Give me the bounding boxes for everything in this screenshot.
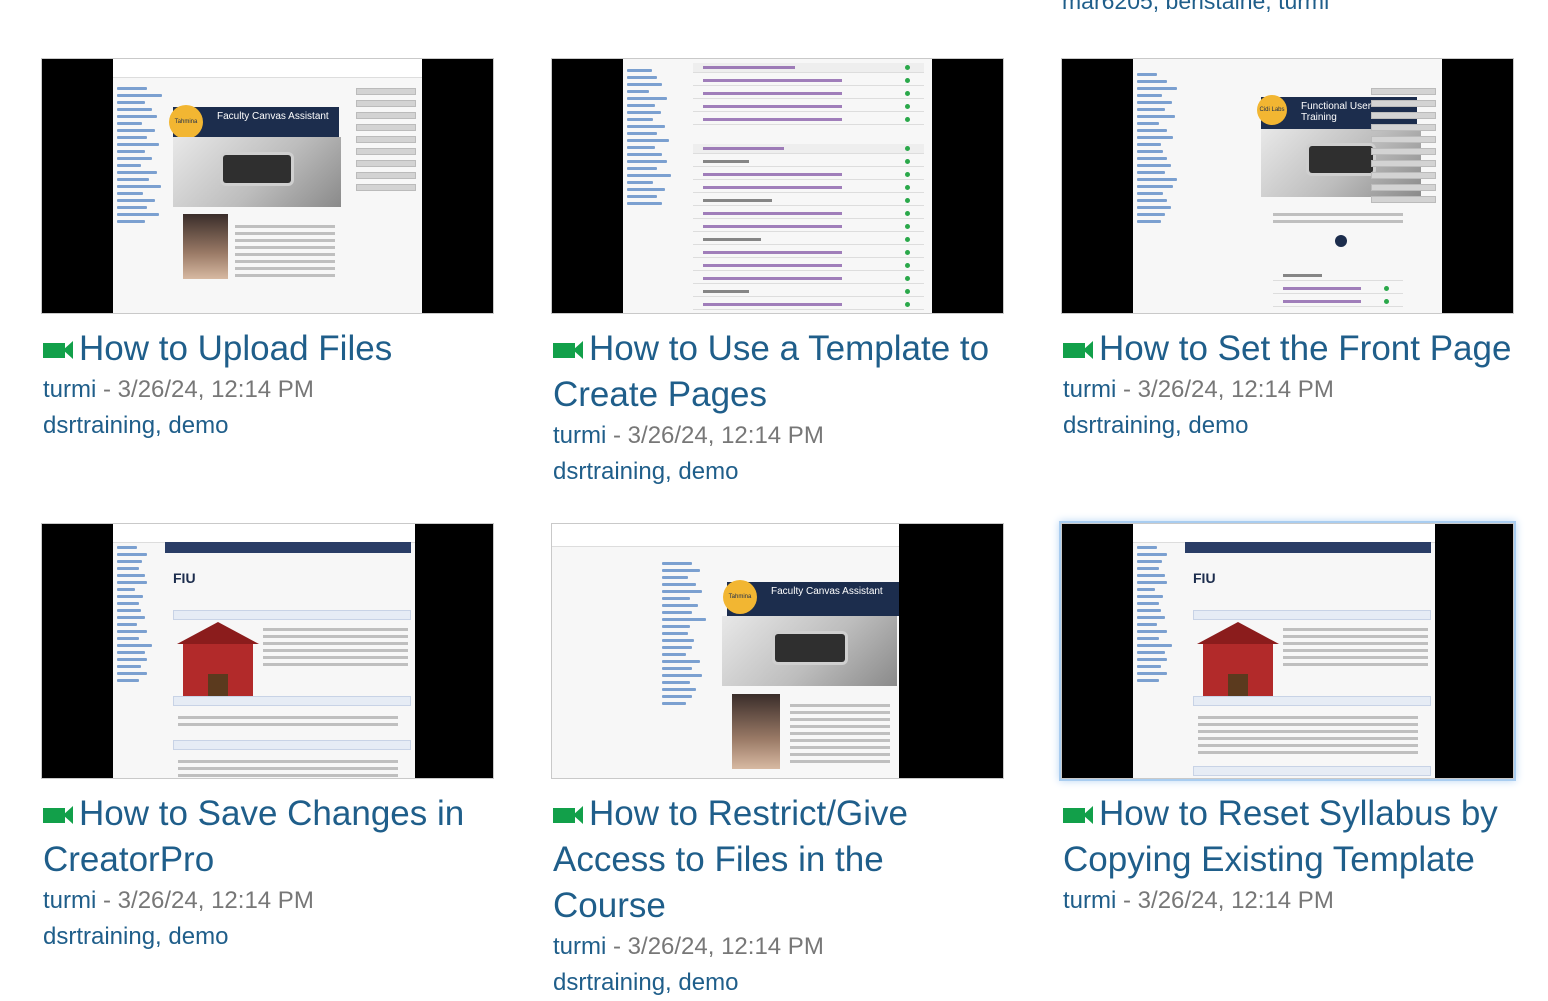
video-camera-icon <box>553 341 583 359</box>
video-meta: turmi - 3/26/24, 12:14 PM <box>43 883 496 919</box>
video-camera-icon <box>1063 341 1093 359</box>
upload-date: 3/26/24, 12:14 PM <box>627 422 824 449</box>
thumbnail-creatorpro-screenshot: FIU <box>1133 524 1435 778</box>
video-title[interactable]: How to Set the Front Page <box>1063 326 1516 372</box>
video-title[interactable]: How to Save Changes in CreatorPro <box>43 791 496 883</box>
video-meta: turmi - 3/26/24, 12:14 PM <box>1063 372 1516 408</box>
tag-links[interactable]: mar6205, beristaine, turmi <box>1062 0 1329 14</box>
upload-date: 3/26/24, 12:14 PM <box>117 376 314 403</box>
video-thumbnail[interactable]: Tahmina Urmi Faculty Canvas Assistant <box>41 58 494 314</box>
top-tags-partial[interactable]: mar6205, beristaine, turmi <box>1062 0 1329 15</box>
video-card: FIU How to Save Changes in CreatorPro tu… <box>41 523 496 955</box>
video-meta: turmi - 3/26/24, 12:14 PM <box>553 929 1006 965</box>
video-camera-icon <box>43 806 73 824</box>
video-thumbnail[interactable]: Cidi Labs Functional User Training <box>1061 58 1514 314</box>
video-title[interactable]: How to Upload Files <box>43 326 496 372</box>
upload-date: 3/26/24, 12:14 PM <box>117 887 314 914</box>
author-link[interactable]: turmi <box>43 376 96 403</box>
author-link[interactable]: turmi <box>553 933 606 960</box>
thumbnail-canvas-screenshot: Tahmina Urmi Faculty Canvas Assistant <box>113 59 422 313</box>
video-tags[interactable]: dsrtraining, demo <box>1063 408 1516 444</box>
upload-date: 3/26/24, 12:14 PM <box>1137 887 1334 914</box>
video-tags[interactable]: dsrtraining, demo <box>553 965 1006 1001</box>
fiu-logo: FIU <box>173 570 196 586</box>
thumbnail-modules-screenshot <box>623 59 932 313</box>
video-meta: turmi - 3/26/24, 12:14 PM <box>553 418 1006 454</box>
author-link[interactable]: turmi <box>1063 887 1116 914</box>
video-card: Tahmina Urmi Faculty Canvas Assistant Ho… <box>551 523 1006 1001</box>
video-card: How to Use a Template to Create Pages tu… <box>551 58 1006 490</box>
video-meta: turmi - 3/26/24, 12:14 PM <box>1063 883 1516 919</box>
thumbnail-files-screenshot: Tahmina Urmi Faculty Canvas Assistant <box>552 524 899 778</box>
video-tags[interactable]: dsrtraining, demo <box>43 919 496 955</box>
thumbnail-front-page-screenshot: Cidi Labs Functional User Training <box>1133 59 1442 313</box>
video-camera-icon <box>43 341 73 359</box>
meta-separator: - <box>606 933 628 960</box>
meta-separator: - <box>1116 887 1138 914</box>
seal-text: Cidi Labs <box>1257 95 1287 125</box>
author-link[interactable]: turmi <box>43 887 96 914</box>
video-tags[interactable]: dsrtraining, demo <box>43 408 496 444</box>
video-camera-icon <box>553 806 583 824</box>
video-tags[interactable]: dsrtraining, demo <box>553 454 1006 490</box>
video-title[interactable]: How to Use a Template to Create Pages <box>553 326 1006 418</box>
upload-date: 3/26/24, 12:14 PM <box>627 933 824 960</box>
video-title-link[interactable]: How to Upload Files <box>79 329 392 368</box>
meta-separator: - <box>606 422 628 449</box>
seal-text: Tahmina Urmi <box>723 580 757 634</box>
video-thumbnail[interactable]: Tahmina Urmi Faculty Canvas Assistant <box>551 523 1004 779</box>
video-thumbnail[interactable] <box>551 58 1004 314</box>
video-title-link[interactable]: How to Save Changes in CreatorPro <box>43 794 464 879</box>
seal-text: Tahmina Urmi <box>169 105 203 159</box>
video-card: Tahmina Urmi Faculty Canvas Assistant Ho… <box>41 58 496 444</box>
video-card: Cidi Labs Functional User Training How t… <box>1061 58 1516 444</box>
video-title-link[interactable]: How to Reset Syllabus by Copying Existin… <box>1063 794 1498 879</box>
meta-separator: - <box>96 887 118 914</box>
author-link[interactable]: turmi <box>553 422 606 449</box>
video-meta: turmi - 3/26/24, 12:14 PM <box>43 372 496 408</box>
video-camera-icon <box>1063 806 1093 824</box>
video-title[interactable]: How to Reset Syllabus by Copying Existin… <box>1063 791 1516 883</box>
video-title-link[interactable]: How to Set the Front Page <box>1099 329 1511 368</box>
video-thumbnail[interactable]: FIU <box>41 523 494 779</box>
upload-date: 3/26/24, 12:14 PM <box>1137 376 1334 403</box>
author-link[interactable]: turmi <box>1063 376 1116 403</box>
banner-title: Faculty Canvas Assistant <box>771 586 883 597</box>
fiu-logo: FIU <box>1193 570 1216 586</box>
meta-separator: - <box>96 376 118 403</box>
banner-title: Faculty Canvas Assistant <box>217 111 329 122</box>
meta-separator: - <box>1116 376 1138 403</box>
video-title[interactable]: How to Restrict/Give Access to Files in … <box>553 791 1006 929</box>
video-card: FIU How to Reset Syllabus by Copying Exi… <box>1061 523 1516 919</box>
thumbnail-creatorpro-screenshot: FIU <box>113 524 415 778</box>
video-thumbnail[interactable]: FIU <box>1061 523 1514 779</box>
video-title-link[interactable]: How to Use a Template to Create Pages <box>553 329 989 414</box>
video-title-link[interactable]: How to Restrict/Give Access to Files in … <box>553 794 908 925</box>
